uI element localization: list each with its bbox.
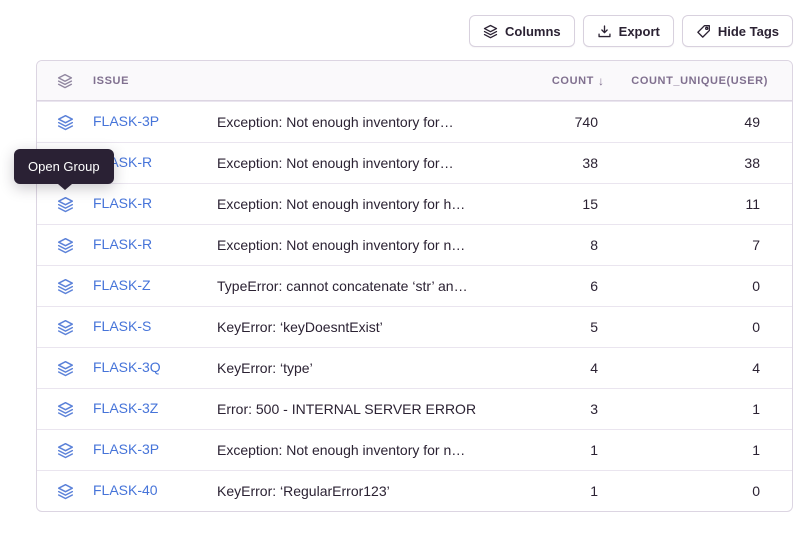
count-header-label: COUNT	[552, 75, 594, 87]
table-row[interactable]: FLASK-Z TypeError: cannot concatenate ‘s…	[37, 265, 792, 306]
stack-icon	[57, 73, 73, 89]
open-group-icon[interactable]	[57, 442, 74, 459]
open-group-icon[interactable]	[57, 114, 74, 131]
toolbar: Columns Export Hide Tags	[469, 15, 793, 47]
open-group-icon[interactable]	[57, 196, 74, 213]
columns-stack-icon	[483, 24, 498, 39]
count-unique-value: 11	[616, 196, 792, 212]
issue-message: TypeError: cannot concatenate ‘str’ an…	[217, 278, 516, 294]
count-value: 1	[516, 442, 616, 458]
table-row[interactable]: FLASK-R Exception: Not enough inventory …	[37, 183, 792, 224]
count-value: 5	[516, 319, 616, 335]
count-unique-value: 0	[616, 319, 792, 335]
hide-tags-button[interactable]: Hide Tags	[682, 15, 793, 47]
issue-message: Exception: Not enough inventory for n…	[217, 237, 516, 253]
count-unique-value: 1	[616, 442, 792, 458]
open-group-icon[interactable]	[57, 319, 74, 336]
issue-message: Exception: Not enough inventory for…	[217, 114, 516, 130]
open-group-icon[interactable]	[57, 483, 74, 500]
table-row[interactable]: FLASK-3Z Error: 500 - INTERNAL SERVER ER…	[37, 388, 792, 429]
table-header-row: ISSUE COUNT ↓ COUNT_UNIQUE(USER)	[37, 61, 792, 101]
table-row[interactable]: FLASK-3P Exception: Not enough inventory…	[37, 429, 792, 470]
column-header-issue[interactable]: ISSUE	[93, 75, 217, 87]
export-button[interactable]: Export	[583, 15, 674, 47]
count-unique-value: 7	[616, 237, 792, 253]
open-group-icon[interactable]	[57, 360, 74, 377]
export-button-label: Export	[619, 24, 660, 39]
table-row[interactable]: FLASK-S KeyError: ‘keyDoesntExist’ 5 0	[37, 306, 792, 347]
hide-tags-button-label: Hide Tags	[718, 24, 779, 39]
table-row[interactable]: FLASK-R Exception: Not enough inventory …	[37, 142, 792, 183]
sort-desc-icon: ↓	[598, 74, 604, 88]
count-value: 3	[516, 401, 616, 417]
count-value: 740	[516, 114, 616, 130]
tooltip-open-group: Open Group	[14, 149, 114, 184]
export-download-icon	[597, 24, 612, 39]
issue-link[interactable]: FLASK-S	[93, 318, 151, 334]
table-row[interactable]: FLASK-3Q KeyError: ‘type’ 4 4	[37, 347, 792, 388]
issue-message: KeyError: ‘type’	[217, 360, 516, 376]
header-icon-cell	[37, 73, 93, 89]
issue-link[interactable]: FLASK-R	[93, 236, 152, 252]
count-unique-value: 4	[616, 360, 792, 376]
count-value: 1	[516, 483, 616, 499]
count-value: 8	[516, 237, 616, 253]
count-unique-value: 49	[616, 114, 792, 130]
issue-link[interactable]: FLASK-R	[93, 195, 152, 211]
columns-button-label: Columns	[505, 24, 561, 39]
column-header-count[interactable]: COUNT ↓	[516, 74, 616, 88]
issue-link[interactable]: FLASK-3Q	[93, 359, 161, 375]
tag-icon	[696, 24, 711, 39]
count-unique-value: 1	[616, 401, 792, 417]
count-value: 4	[516, 360, 616, 376]
issue-link[interactable]: FLASK-3P	[93, 113, 159, 129]
issue-message: KeyError: ‘RegularError123’	[217, 483, 516, 499]
count-unique-value: 38	[616, 155, 792, 171]
columns-button[interactable]: Columns	[469, 15, 575, 47]
issue-link[interactable]: FLASK-Z	[93, 277, 151, 293]
issue-message: KeyError: ‘keyDoesntExist’	[217, 319, 516, 335]
issue-link[interactable]: FLASK-3Z	[93, 400, 158, 416]
column-header-count-unique[interactable]: COUNT_UNIQUE(USER)	[616, 75, 792, 87]
open-group-icon[interactable]	[57, 237, 74, 254]
issue-message: Exception: Not enough inventory for n…	[217, 442, 516, 458]
issues-table: ISSUE COUNT ↓ COUNT_UNIQUE(USER) FLASK-3…	[36, 60, 793, 512]
table-row[interactable]: FLASK-3P Exception: Not enough inventory…	[37, 101, 792, 142]
issue-message: Exception: Not enough inventory for h…	[217, 196, 516, 212]
count-value: 6	[516, 278, 616, 294]
issue-message: Exception: Not enough inventory for…	[217, 155, 516, 171]
table-row[interactable]: FLASK-40 KeyError: ‘RegularError123’ 1 0	[37, 470, 792, 511]
issue-link[interactable]: FLASK-3P	[93, 441, 159, 457]
open-group-icon[interactable]	[57, 401, 74, 418]
open-group-icon[interactable]	[57, 278, 74, 295]
issue-message: Error: 500 - INTERNAL SERVER ERROR	[217, 401, 516, 417]
count-unique-value: 0	[616, 278, 792, 294]
count-value: 15	[516, 196, 616, 212]
count-unique-value: 0	[616, 483, 792, 499]
issue-link[interactable]: FLASK-40	[93, 482, 158, 498]
table-row[interactable]: FLASK-R Exception: Not enough inventory …	[37, 224, 792, 265]
count-value: 38	[516, 155, 616, 171]
